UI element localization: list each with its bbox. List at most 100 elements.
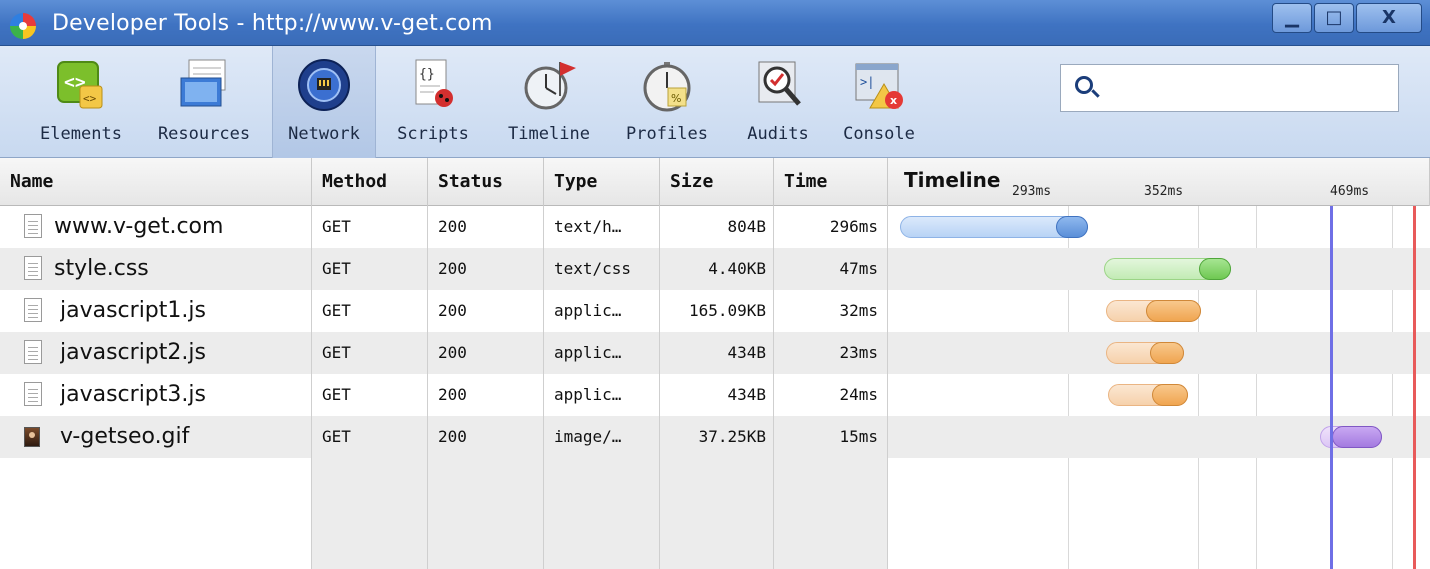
timeline-bar-script: [1106, 300, 1201, 322]
request-name: javascript2.js: [60, 340, 206, 365]
tab-profiles[interactable]: % Profiles: [614, 46, 720, 158]
search-input[interactable]: [1105, 73, 1390, 103]
column-header-size[interactable]: Size: [660, 158, 774, 206]
table-row[interactable]: www.v-get.com GET 200 text/h… 804B 296ms: [0, 206, 1430, 248]
request-method: GET: [322, 385, 351, 404]
column-header-type[interactable]: Type: [544, 158, 660, 206]
request-method: GET: [322, 427, 351, 446]
tab-network[interactable]: Network: [272, 46, 376, 158]
download-segment: [1056, 216, 1088, 238]
request-time: 23ms: [839, 343, 878, 362]
search-box[interactable]: [1060, 64, 1399, 112]
request-status: 200: [438, 259, 467, 278]
svg-text:%: %: [671, 92, 681, 105]
document-icon: [24, 298, 42, 322]
timeline-bar-stylesheet: [1104, 258, 1231, 280]
request-name: style.css: [54, 256, 149, 281]
request-status: 200: [438, 427, 467, 446]
tab-elements[interactable]: <> <> Elements: [20, 46, 142, 158]
empty-rows-area: [312, 458, 888, 569]
request-method: GET: [322, 217, 351, 236]
svg-text:<>: <>: [83, 92, 97, 105]
request-type: applic…: [554, 385, 622, 404]
download-segment: [1199, 258, 1231, 280]
request-type: text/h…: [554, 217, 622, 236]
maximize-button[interactable]: □: [1314, 3, 1354, 33]
table-row[interactable]: v-getseo.gif GET 200 image/… 37.25KB 15m…: [0, 416, 1430, 458]
column-divider: [311, 206, 312, 569]
column-divider: [773, 206, 774, 569]
request-size: 4.40KB: [708, 259, 766, 278]
request-status: 200: [438, 343, 467, 362]
column-divider: [427, 206, 428, 569]
load-event-marker: [1413, 206, 1416, 569]
app-icon: [10, 13, 36, 39]
download-segment: [1150, 342, 1184, 364]
request-method: GET: [322, 343, 351, 362]
column-header-time[interactable]: Time: [774, 158, 888, 206]
window-controls: ▁ □ X: [1270, 3, 1422, 33]
title-bar: Developer Tools - http://www.v-get.com ▁…: [0, 0, 1430, 46]
request-size: 165.09KB: [688, 301, 766, 320]
tab-timeline-label: Timeline: [508, 124, 590, 144]
request-size: 434B: [727, 343, 766, 362]
timeline-tick: 469ms: [1330, 184, 1370, 199]
document-icon: [24, 256, 42, 280]
request-time: 15ms: [839, 427, 878, 446]
request-status: 200: [438, 217, 467, 236]
request-name: javascript1.js: [60, 298, 206, 323]
request-method: GET: [322, 259, 351, 278]
scripts-icon: {}: [404, 56, 462, 114]
tab-timeline[interactable]: Timeline: [498, 46, 600, 158]
timeline-icon: [520, 56, 578, 114]
request-status: 200: [438, 301, 467, 320]
tab-scripts-label: Scripts: [397, 124, 469, 144]
window-title: Developer Tools - http://www.v-get.com: [52, 11, 493, 36]
dom-content-loaded-marker: [1330, 206, 1333, 569]
column-header-name[interactable]: Name: [0, 158, 312, 206]
minimize-button[interactable]: ▁: [1272, 3, 1312, 33]
request-name: javascript3.js: [60, 382, 206, 407]
tab-audits[interactable]: Audits: [734, 46, 822, 158]
audits-icon: [749, 56, 807, 114]
column-header-method[interactable]: Method: [312, 158, 428, 206]
request-status: 200: [438, 385, 467, 404]
tab-resources[interactable]: Resources: [146, 46, 262, 158]
table-row[interactable]: javascript3.js GET 200 applic… 434B 24ms: [0, 374, 1430, 416]
tab-audits-label: Audits: [747, 124, 809, 144]
timeline-bar-script: [1108, 384, 1188, 406]
request-type: text/css: [554, 259, 632, 278]
request-time: 24ms: [839, 385, 878, 404]
resources-icon: [175, 56, 233, 114]
request-size: 37.25KB: [698, 427, 766, 446]
search-icon: [1075, 76, 1093, 94]
table-row[interactable]: javascript2.js GET 200 applic… 434B 23ms: [0, 332, 1430, 374]
grid-header: Name Method Status Type Size Time Timeli…: [0, 158, 1430, 206]
tab-console[interactable]: >| x Console: [830, 46, 928, 158]
request-time: 296ms: [829, 217, 878, 236]
request-time: 32ms: [839, 301, 878, 320]
request-name: www.v-get.com: [54, 214, 224, 239]
document-icon: [24, 340, 42, 364]
download-segment: [1146, 300, 1201, 322]
table-row[interactable]: javascript1.js GET 200 applic… 165.09KB …: [0, 290, 1430, 332]
tab-profiles-label: Profiles: [626, 124, 708, 144]
tab-console-label: Console: [843, 124, 915, 144]
request-type: applic…: [554, 343, 622, 362]
tab-resources-label: Resources: [157, 124, 251, 144]
svg-text:>|: >|: [860, 75, 874, 89]
svg-text:x: x: [890, 94, 897, 107]
elements-icon: <> <>: [52, 56, 110, 114]
column-divider: [659, 206, 660, 569]
request-time: 47ms: [839, 259, 878, 278]
request-type: applic…: [554, 301, 622, 320]
document-icon: [24, 382, 42, 406]
column-header-status[interactable]: Status: [428, 158, 544, 206]
download-segment: [1332, 426, 1382, 448]
request-type: image/…: [554, 427, 622, 446]
tab-scripts[interactable]: {} Scripts: [386, 46, 480, 158]
request-method: GET: [322, 301, 351, 320]
table-row[interactable]: style.css GET 200 text/css 4.40KB 47ms: [0, 248, 1430, 290]
timeline-bar-document: [900, 216, 1088, 238]
close-button[interactable]: X: [1356, 3, 1422, 33]
